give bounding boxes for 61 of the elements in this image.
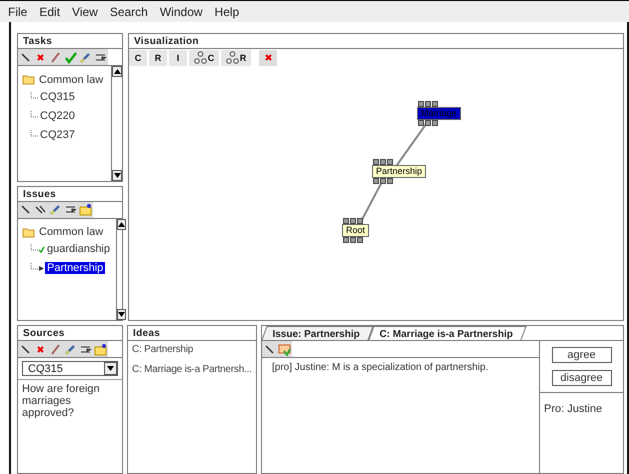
menu-item[interactable]: View [66,4,104,18]
pencil-icon [64,342,77,356]
scroll-down-arrow-icon [107,366,114,371]
idea-item[interactable]: C: Partnership [128,341,256,361]
toolbar-button[interactable] [18,202,33,218]
toolbar-button[interactable] [262,341,277,357]
menu-item[interactable]: Help [208,4,246,18]
scroll-up-arrow-icon [118,222,125,227]
pencil-icon [49,342,62,356]
toolbar-button[interactable] [18,341,33,357]
node-cluster-icon [194,51,207,64]
toolbar-button[interactable]: R [221,50,251,66]
tree-item[interactable]: guardianship [45,243,112,256]
vertical-scrollbar[interactable] [116,218,126,320]
pencil-icon [79,50,92,64]
pencil-icon [49,50,62,64]
checkmark-icon [64,50,77,64]
vertical-scrollbar[interactable] [111,66,122,181]
vote-text: Pro: Justine [543,402,604,417]
tree-item[interactable]: CQ237 [38,128,77,140]
scroll-down-arrow-icon [118,312,125,317]
tree-item[interactable]: CQ315 [38,90,77,102]
toolbar-button[interactable] [78,49,93,65]
tree-item[interactable]: Partnership [45,262,106,274]
toolbar-button[interactable]: I [169,50,187,66]
envelope-icon [278,342,291,356]
tree-item[interactable]: CQ220 [38,110,77,122]
scroll-up-arrow-icon [114,69,120,74]
toolbar-button[interactable] [78,341,93,357]
panel-title: Visualization [129,34,623,49]
toolbar-button[interactable] [78,202,93,218]
idea-item[interactable]: C: Marriage is-a Partnersh... [128,361,256,381]
toolbar-button[interactable] [93,49,108,65]
folder-icon [94,342,107,356]
node-cluster-icon [226,51,239,64]
menu-item[interactable]: Window [154,4,209,18]
toolbar-button[interactable]: R [149,50,167,66]
menu-item[interactable]: File [2,4,34,18]
tree-item[interactable]: Common law [37,226,106,238]
delete-button[interactable] [259,50,277,66]
toolbar-button[interactable]: C [129,50,147,66]
source-dropdown[interactable]: CQ315 [22,361,118,376]
toolbar-button[interactable] [18,49,33,65]
pencil-icon [49,203,62,216]
tab[interactable]: Issue: Partnership [261,326,374,340]
tab[interactable]: C: Marriage is-a Partnership [368,326,528,340]
vote-button[interactable]: agree [552,347,612,363]
toolbar-button[interactable]: C [189,50,219,66]
folder-icon [22,226,35,238]
scroll-down-arrow-icon [114,172,120,178]
toolbar-button[interactable] [63,202,78,218]
toolbar-button[interactable] [93,341,108,357]
menu-item[interactable]: Search [104,4,154,18]
folder-icon [22,74,35,85]
panel-title: Ideas [128,326,256,341]
tree-item[interactable]: Common law [37,74,106,86]
folder-icon [79,203,92,216]
source-text: How are foreign marriages approved? [18,379,122,422]
vote-button[interactable]: disagree [552,370,612,386]
menu-item[interactable]: Edit [33,4,66,18]
post-text: [pro] Justine: M is a specialization of partnership. [271,361,490,375]
